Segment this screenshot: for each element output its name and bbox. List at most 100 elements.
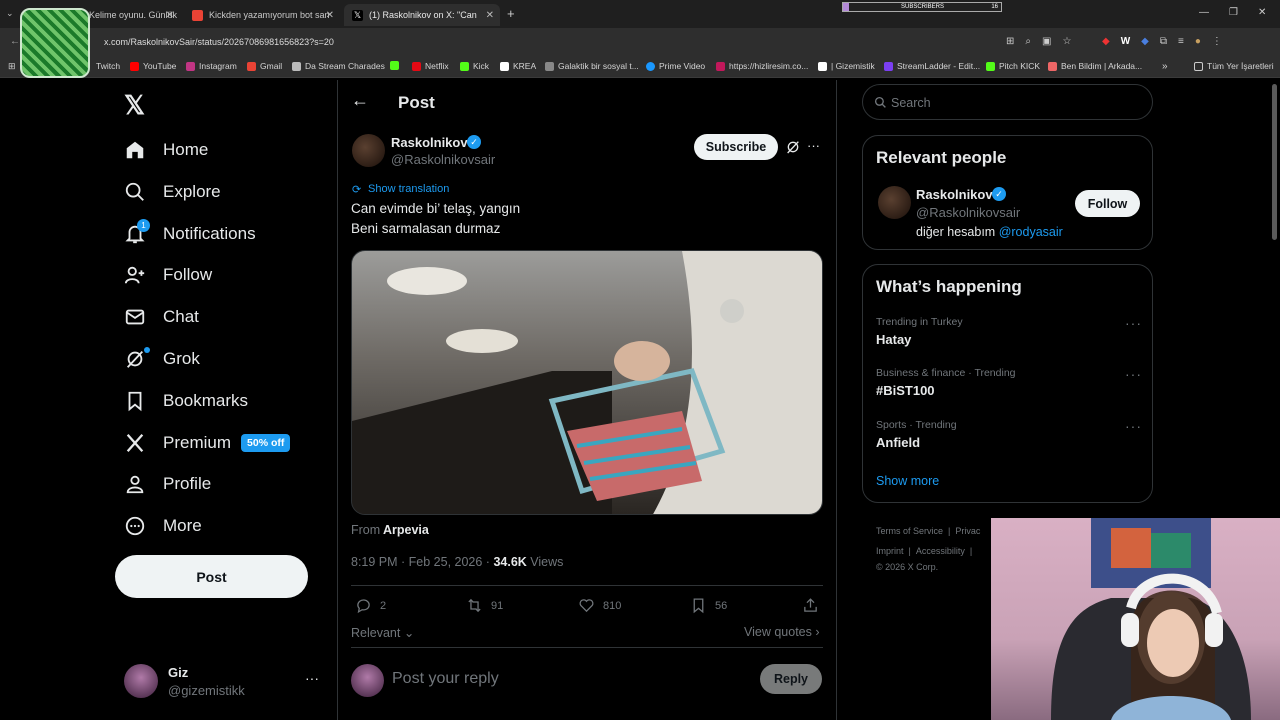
grok-icon[interactable] [785,139,801,155]
footer-terms-link[interactable]: Terms of Service [876,526,943,536]
more-icon[interactable]: ··· [807,138,820,153]
person-name[interactable]: Raskolnikov [916,187,993,202]
like-action[interactable]: 810 [578,597,621,614]
reply-sort-dropdown[interactable]: Relevant ⌄ [351,625,414,640]
tab-search-icon[interactable]: ⌄ [6,8,14,19]
extension-blue-icon[interactable]: ◆ [1141,36,1149,47]
reply-count: 2 [380,599,387,612]
reply-action[interactable]: 2 [355,597,386,614]
bookmark-pitch-kick[interactable]: Pitch KICK [986,61,1040,71]
share-icon[interactable] [802,597,819,614]
repost-icon [468,598,481,613]
nav-profile[interactable]: Profile [124,466,211,502]
nav-follow[interactable]: Follow [124,257,212,293]
reply-button[interactable]: Reply [760,664,822,694]
window-close-icon[interactable]: ✕ [1258,7,1266,18]
nav-more[interactable]: More [124,508,202,544]
bookmark-hizliresim[interactable]: https://hizliresim.co... [716,61,808,71]
show-translation-link[interactable]: Show translation [368,183,449,195]
url-field[interactable]: x.com/RaskolnikovSair/status/20267086981… [104,37,334,47]
bookmark-streamladder[interactable]: StreamLadder - Edit... [884,61,980,71]
bookmark-galaktik[interactable]: Galaktik bir sosyal t... [545,61,639,71]
person-handle[interactable]: @Raskolnikovsair [916,205,1020,220]
bookmark-prime[interactable]: Prime Video [646,61,705,71]
bookmark-star-icon[interactable]: ☆ [1062,36,1071,47]
back-arrow-icon[interactable]: ← [351,90,369,111]
bookmark-ben-bildim[interactable]: Ben Bildim | Arkada... [1048,61,1142,71]
repost-action[interactable]: 91 [466,597,503,614]
more-icon[interactable]: ··· [1125,366,1142,382]
author-avatar[interactable] [352,134,385,167]
close-icon[interactable]: ✕ [166,10,174,21]
translate-icon[interactable]: ⊞ [1006,36,1014,47]
nav-chat[interactable]: Chat [124,299,199,335]
trend-item[interactable]: Business & finance · Trending #BiST100 [876,367,1141,398]
account-switcher[interactable]: Giz @gizemistikk ··· [124,664,334,700]
bookmark-netflix[interactable]: Netflix [412,61,449,71]
close-icon[interactable]: ✕ [326,10,334,21]
reply-input[interactable]: Post your reply [392,670,499,688]
bookmark-stream-charades[interactable]: Da Stream Charades [292,61,385,71]
bookmark-youtube[interactable]: YouTube [130,61,176,71]
bookmark-gmail[interactable]: Gmail [247,61,282,71]
search-input[interactable]: Search [891,96,931,110]
nav-premium[interactable]: Premium 50% off [124,425,291,461]
author-name[interactable]: Raskolnikov [391,135,468,150]
extensions-icon[interactable]: ⧉ [1160,36,1167,47]
tab-x-post[interactable]: 𝕏 (1) Raskolnikov on X: "Can ✕ [344,4,500,26]
footer-imprint-link[interactable]: Imprint [876,546,904,556]
tab-menu-icon[interactable]: ≡ [1178,36,1184,47]
person-bio-link[interactable]: @rodyasair [999,225,1063,239]
close-icon[interactable]: ✕ [486,10,494,21]
whats-happening-card: What’s happening Trending in Turkey Hata… [862,264,1153,503]
apps-grid-icon[interactable]: ⊞ [8,61,16,72]
follow-button[interactable]: Follow [1075,190,1140,217]
post-timestamp[interactable]: 8:19 PM · Feb 25, 2026 · [351,555,493,569]
page-scrollbar[interactable] [1272,84,1277,240]
trend-item[interactable]: Trending in Turkey Hatay [876,316,1141,347]
nav-explore[interactable]: Explore [124,174,221,210]
bookmark-twitch[interactable]: Twitch [96,61,120,71]
cast-icon[interactable]: ▣ [1042,36,1051,47]
from-source-link[interactable]: Arpevia [383,523,429,537]
bookmark-kick-1[interactable] [390,61,403,70]
minimize-icon[interactable]: — [1199,7,1209,18]
search-box[interactable]: Search [862,84,1153,120]
follow-icon [124,266,145,284]
nav-bookmarks[interactable]: Bookmarks [124,383,248,419]
tab-gmail[interactable]: Kickden yazamıyorum bot san ✕ [184,4,340,26]
person-avatar[interactable] [878,186,911,219]
post-video[interactable] [351,250,823,515]
more-icon[interactable]: ··· [305,670,319,686]
nav-home[interactable]: Home [124,132,208,168]
bookmarks-overflow-icon[interactable]: » [1162,61,1168,72]
more-icon[interactable]: ··· [1125,315,1142,331]
bookmark-action[interactable]: 56 [690,597,727,614]
video-frame-illustration [352,251,822,514]
trend-item[interactable]: Sports · Trending Anfield [876,419,1141,450]
browser-menu-icon[interactable]: ⋮ [1212,36,1222,47]
bookmark-krea[interactable]: KREA [500,61,536,71]
bookmark-all[interactable]: Tüm Yer İşaretleri [1194,61,1274,71]
bookmark-instagram[interactable]: Instagram [186,61,237,71]
footer-privacy-link[interactable]: Privac [955,526,980,536]
extension-w-icon[interactable]: W [1121,36,1130,47]
x-logo-icon[interactable]: 𝕏 [124,90,145,121]
author-handle[interactable]: @Raskolnikovsair [391,152,495,167]
bookmark-gizemistik[interactable]: | Gizemistik [818,61,875,71]
zoom-icon[interactable]: ⌕ [1025,36,1031,47]
compose-post-button[interactable]: Post [115,555,308,598]
subscribe-button[interactable]: Subscribe [694,134,778,160]
extension-red-icon[interactable]: ◆ [1102,36,1110,47]
more-icon[interactable]: ··· [1125,418,1142,434]
back-icon[interactable]: ← [10,36,20,47]
show-more-link[interactable]: Show more [876,474,939,488]
footer-accessibility-link[interactable]: Accessibility [916,546,965,556]
new-tab-icon[interactable]: + [507,6,515,21]
view-quotes-link[interactable]: View quotes › [744,625,820,639]
profile-icon[interactable]: ● [1195,36,1201,47]
chevron-right-icon: › [815,625,820,639]
restore-icon[interactable]: ❐ [1229,7,1238,18]
nav-grok[interactable]: Grok [124,341,200,377]
bookmark-kick[interactable]: Kick [460,61,489,71]
